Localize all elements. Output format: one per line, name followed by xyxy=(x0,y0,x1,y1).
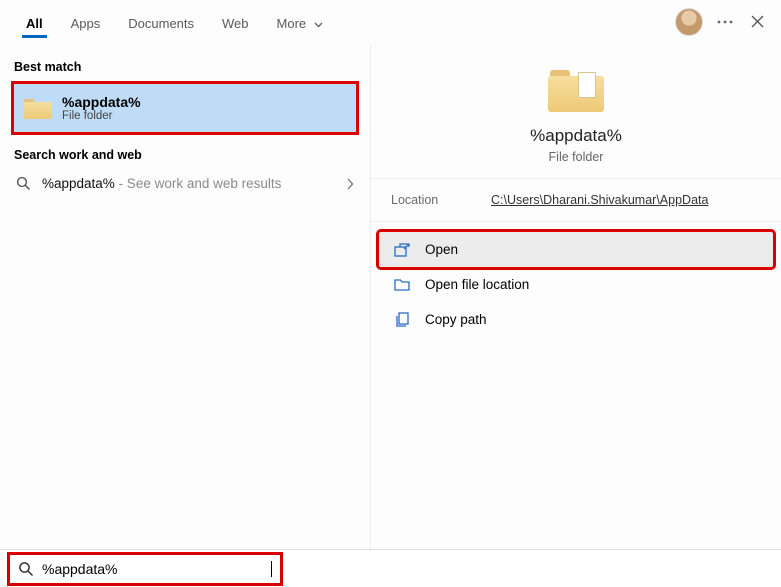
results-column: Best match %appdata% File folder Search … xyxy=(0,44,370,549)
action-copy-path-label: Copy path xyxy=(425,312,487,327)
text-caret xyxy=(271,561,272,577)
preview-header: %appdata% File folder xyxy=(371,44,781,179)
best-match-subtitle: File folder xyxy=(62,110,141,122)
location-row: Location C:\Users\Dharani.Shivakumar\App… xyxy=(371,179,781,222)
search-icon xyxy=(18,561,34,577)
section-label-best-match: Best match xyxy=(0,52,370,80)
action-open-label: Open xyxy=(425,242,458,257)
copy-icon xyxy=(393,312,411,327)
best-match-item[interactable]: %appdata% File folder xyxy=(14,84,356,132)
search-bar xyxy=(0,549,781,587)
preview-column: %appdata% File folder Location C:\Users\… xyxy=(370,44,781,549)
chevron-right-icon xyxy=(346,178,354,190)
avatar[interactable] xyxy=(675,8,703,36)
tab-apps[interactable]: Apps xyxy=(57,6,115,37)
more-options-button[interactable] xyxy=(709,6,741,38)
section-label-search-work-web: Search work and web xyxy=(0,140,370,168)
tab-documents[interactable]: Documents xyxy=(114,6,208,37)
search-field-wrap[interactable] xyxy=(10,555,280,583)
search-input[interactable] xyxy=(42,561,263,577)
tab-all[interactable]: All xyxy=(12,6,57,37)
tab-more-label: More xyxy=(277,16,307,31)
web-result-query: %appdata% xyxy=(42,176,115,191)
best-match-title: %appdata% xyxy=(62,94,141,110)
location-label: Location xyxy=(391,193,491,207)
header-tabbar: All Apps Documents Web More xyxy=(0,0,781,44)
action-open-file-location[interactable]: Open file location xyxy=(379,267,773,302)
action-open-file-location-label: Open file location xyxy=(425,277,529,292)
tab-web[interactable]: Web xyxy=(208,6,263,37)
web-result-item[interactable]: %appdata% - See work and web results xyxy=(0,168,370,199)
folder-outline-icon xyxy=(393,278,411,291)
close-button[interactable] xyxy=(741,6,773,38)
search-icon xyxy=(14,176,32,191)
open-icon xyxy=(393,243,411,257)
folder-icon xyxy=(24,97,52,119)
chevron-down-icon xyxy=(314,22,323,28)
preview-subtitle: File folder xyxy=(549,150,604,164)
web-result-suffix: - See work and web results xyxy=(115,176,282,191)
action-open[interactable]: Open xyxy=(379,232,773,267)
action-copy-path[interactable]: Copy path xyxy=(379,302,773,337)
preview-title: %appdata% xyxy=(530,126,622,146)
folder-icon-large xyxy=(548,68,604,112)
location-value[interactable]: C:\Users\Dharani.Shivakumar\AppData xyxy=(491,193,708,207)
tab-more[interactable]: More xyxy=(263,6,337,37)
